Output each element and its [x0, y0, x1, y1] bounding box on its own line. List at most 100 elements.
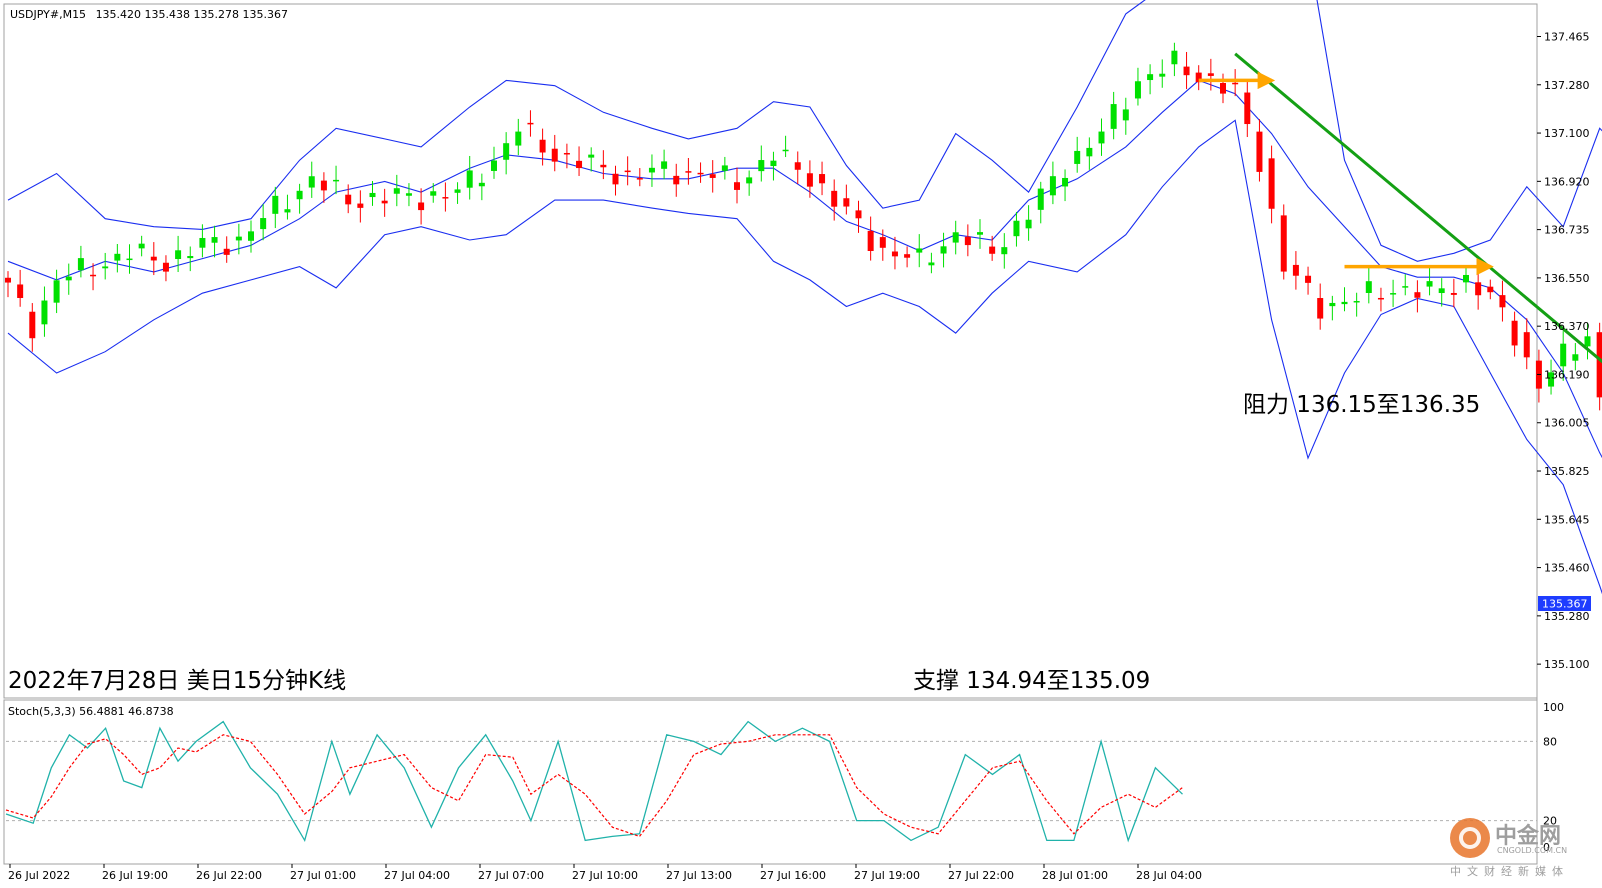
candle-body — [891, 251, 898, 257]
time-axis: 26 Jul 2022 26 Jul 19:00 26 Jul 22:00 27 Ju… — [8, 864, 1202, 882]
y-tick-label: 136.550 — [1544, 272, 1590, 285]
x-tick-label: 27 Jul 10:00 — [572, 869, 638, 882]
candle-body — [430, 191, 437, 196]
candle-body — [1110, 104, 1117, 129]
x-tick-label: 27 Jul 13:00 — [666, 869, 732, 882]
candle-body — [1377, 297, 1384, 300]
candle-body — [989, 246, 996, 254]
candle-body — [806, 173, 813, 187]
candle-body — [187, 256, 194, 259]
candle-body — [685, 171, 692, 173]
candle-body — [320, 180, 327, 191]
candle-body — [1596, 332, 1602, 398]
candle-body — [1037, 188, 1044, 210]
candle-body — [1584, 336, 1591, 347]
candle-body — [1499, 295, 1506, 308]
candle-body — [673, 175, 680, 185]
candle-body — [782, 149, 789, 152]
watermark-domain: CNGOLD.COM.CN — [1497, 846, 1567, 855]
y-tick-label: 135.100 — [1544, 658, 1590, 671]
candle-body — [940, 246, 947, 254]
y-tick-label: 137.280 — [1544, 79, 1590, 92]
candle-body — [393, 188, 400, 194]
candle-body — [1220, 83, 1226, 94]
candle-body — [1523, 332, 1530, 358]
candle-body — [381, 200, 388, 204]
candle-body — [1414, 292, 1421, 298]
candle-body — [1487, 286, 1494, 293]
candle-body — [357, 203, 364, 208]
candle-body — [199, 237, 206, 248]
candle-body — [296, 190, 303, 200]
candle-body — [515, 131, 522, 146]
candle-body — [1438, 288, 1445, 294]
x-tick-label: 26 Jul 2022 — [8, 869, 70, 882]
x-tick-label: 26 Jul 19:00 — [102, 869, 168, 882]
candle-body — [734, 182, 740, 190]
candle-body — [879, 237, 886, 248]
candle-body — [952, 232, 959, 243]
candle-body — [491, 160, 497, 171]
watermark: 中金网 CNGOLD.COM.CN 中文财经新媒体 — [1450, 818, 1567, 878]
y-tick-label: 136.370 — [1544, 320, 1590, 333]
candle-body — [1207, 73, 1214, 76]
candle-body — [636, 178, 643, 180]
candle-body — [964, 236, 971, 246]
y-tick-label: 136.920 — [1544, 175, 1590, 188]
candle-body — [1511, 320, 1518, 346]
candle-body — [539, 139, 546, 153]
y-tick-label: 137.465 — [1544, 31, 1590, 44]
candle-body — [272, 195, 279, 214]
candle-body — [867, 230, 874, 251]
chart: 137.465 137.280 137.100 136.920 136.735 136.5… — [3, 0, 1602, 882]
candle-body — [1122, 109, 1129, 121]
candle-body — [1353, 300, 1360, 303]
candle-body — [53, 280, 60, 303]
candle-body — [1450, 292, 1457, 295]
candle-body — [928, 262, 935, 266]
x-tick-label: 27 Jul 16:00 — [760, 869, 826, 882]
candle-body — [260, 218, 267, 230]
candle-body — [758, 160, 765, 172]
candle-body — [235, 236, 242, 241]
resistance-annotation: 阻力 136.15至136.35 — [1243, 392, 1480, 418]
candle-body — [466, 170, 473, 188]
candle-body — [405, 193, 412, 196]
candle-body — [1426, 281, 1433, 287]
candle-body — [576, 160, 583, 169]
candle-body — [162, 262, 169, 272]
candle-body — [1560, 343, 1567, 367]
candle-body — [977, 232, 983, 235]
x-tick-label: 27 Jul 07:00 — [478, 869, 544, 882]
candle-body — [1317, 298, 1324, 319]
candle-body — [1074, 150, 1081, 164]
candle-body — [17, 284, 24, 298]
candle-body — [1147, 74, 1154, 81]
candle-body — [77, 258, 84, 271]
current-price-text: 135.367 — [1542, 598, 1588, 611]
x-tick-label: 27 Jul 01:00 — [290, 869, 356, 882]
x-tick-label: 27 Jul 04:00 — [384, 869, 450, 882]
candle-body — [1305, 275, 1312, 283]
stoch-scale-label: 100 — [1543, 701, 1564, 714]
symbol-name: USDJPY#,M15 — [10, 8, 86, 21]
candle-body — [1025, 219, 1032, 229]
candle-body — [612, 173, 619, 185]
candle-body — [1159, 73, 1166, 77]
candle-body — [721, 165, 728, 171]
candle-body — [138, 243, 145, 249]
chart-title-annotation: 2022年7月28日 美日15分钟K线 — [8, 668, 346, 694]
candle-body — [1171, 50, 1178, 65]
candle-body — [41, 300, 48, 325]
x-tick-label: 27 Jul 19:00 — [854, 869, 920, 882]
candle-body — [843, 198, 850, 207]
candle-body — [1341, 301, 1348, 305]
candle-body — [1232, 82, 1239, 85]
candle-body — [308, 176, 315, 188]
candle-body — [1475, 282, 1482, 296]
symbol-label: USDJPY#,M15 135.420 135.438 135.278 135.… — [10, 8, 288, 21]
candle-body — [284, 209, 291, 213]
candle-body — [1268, 158, 1275, 209]
main-panel-frame — [3, 3, 1538, 699]
candle-body — [1572, 354, 1579, 361]
